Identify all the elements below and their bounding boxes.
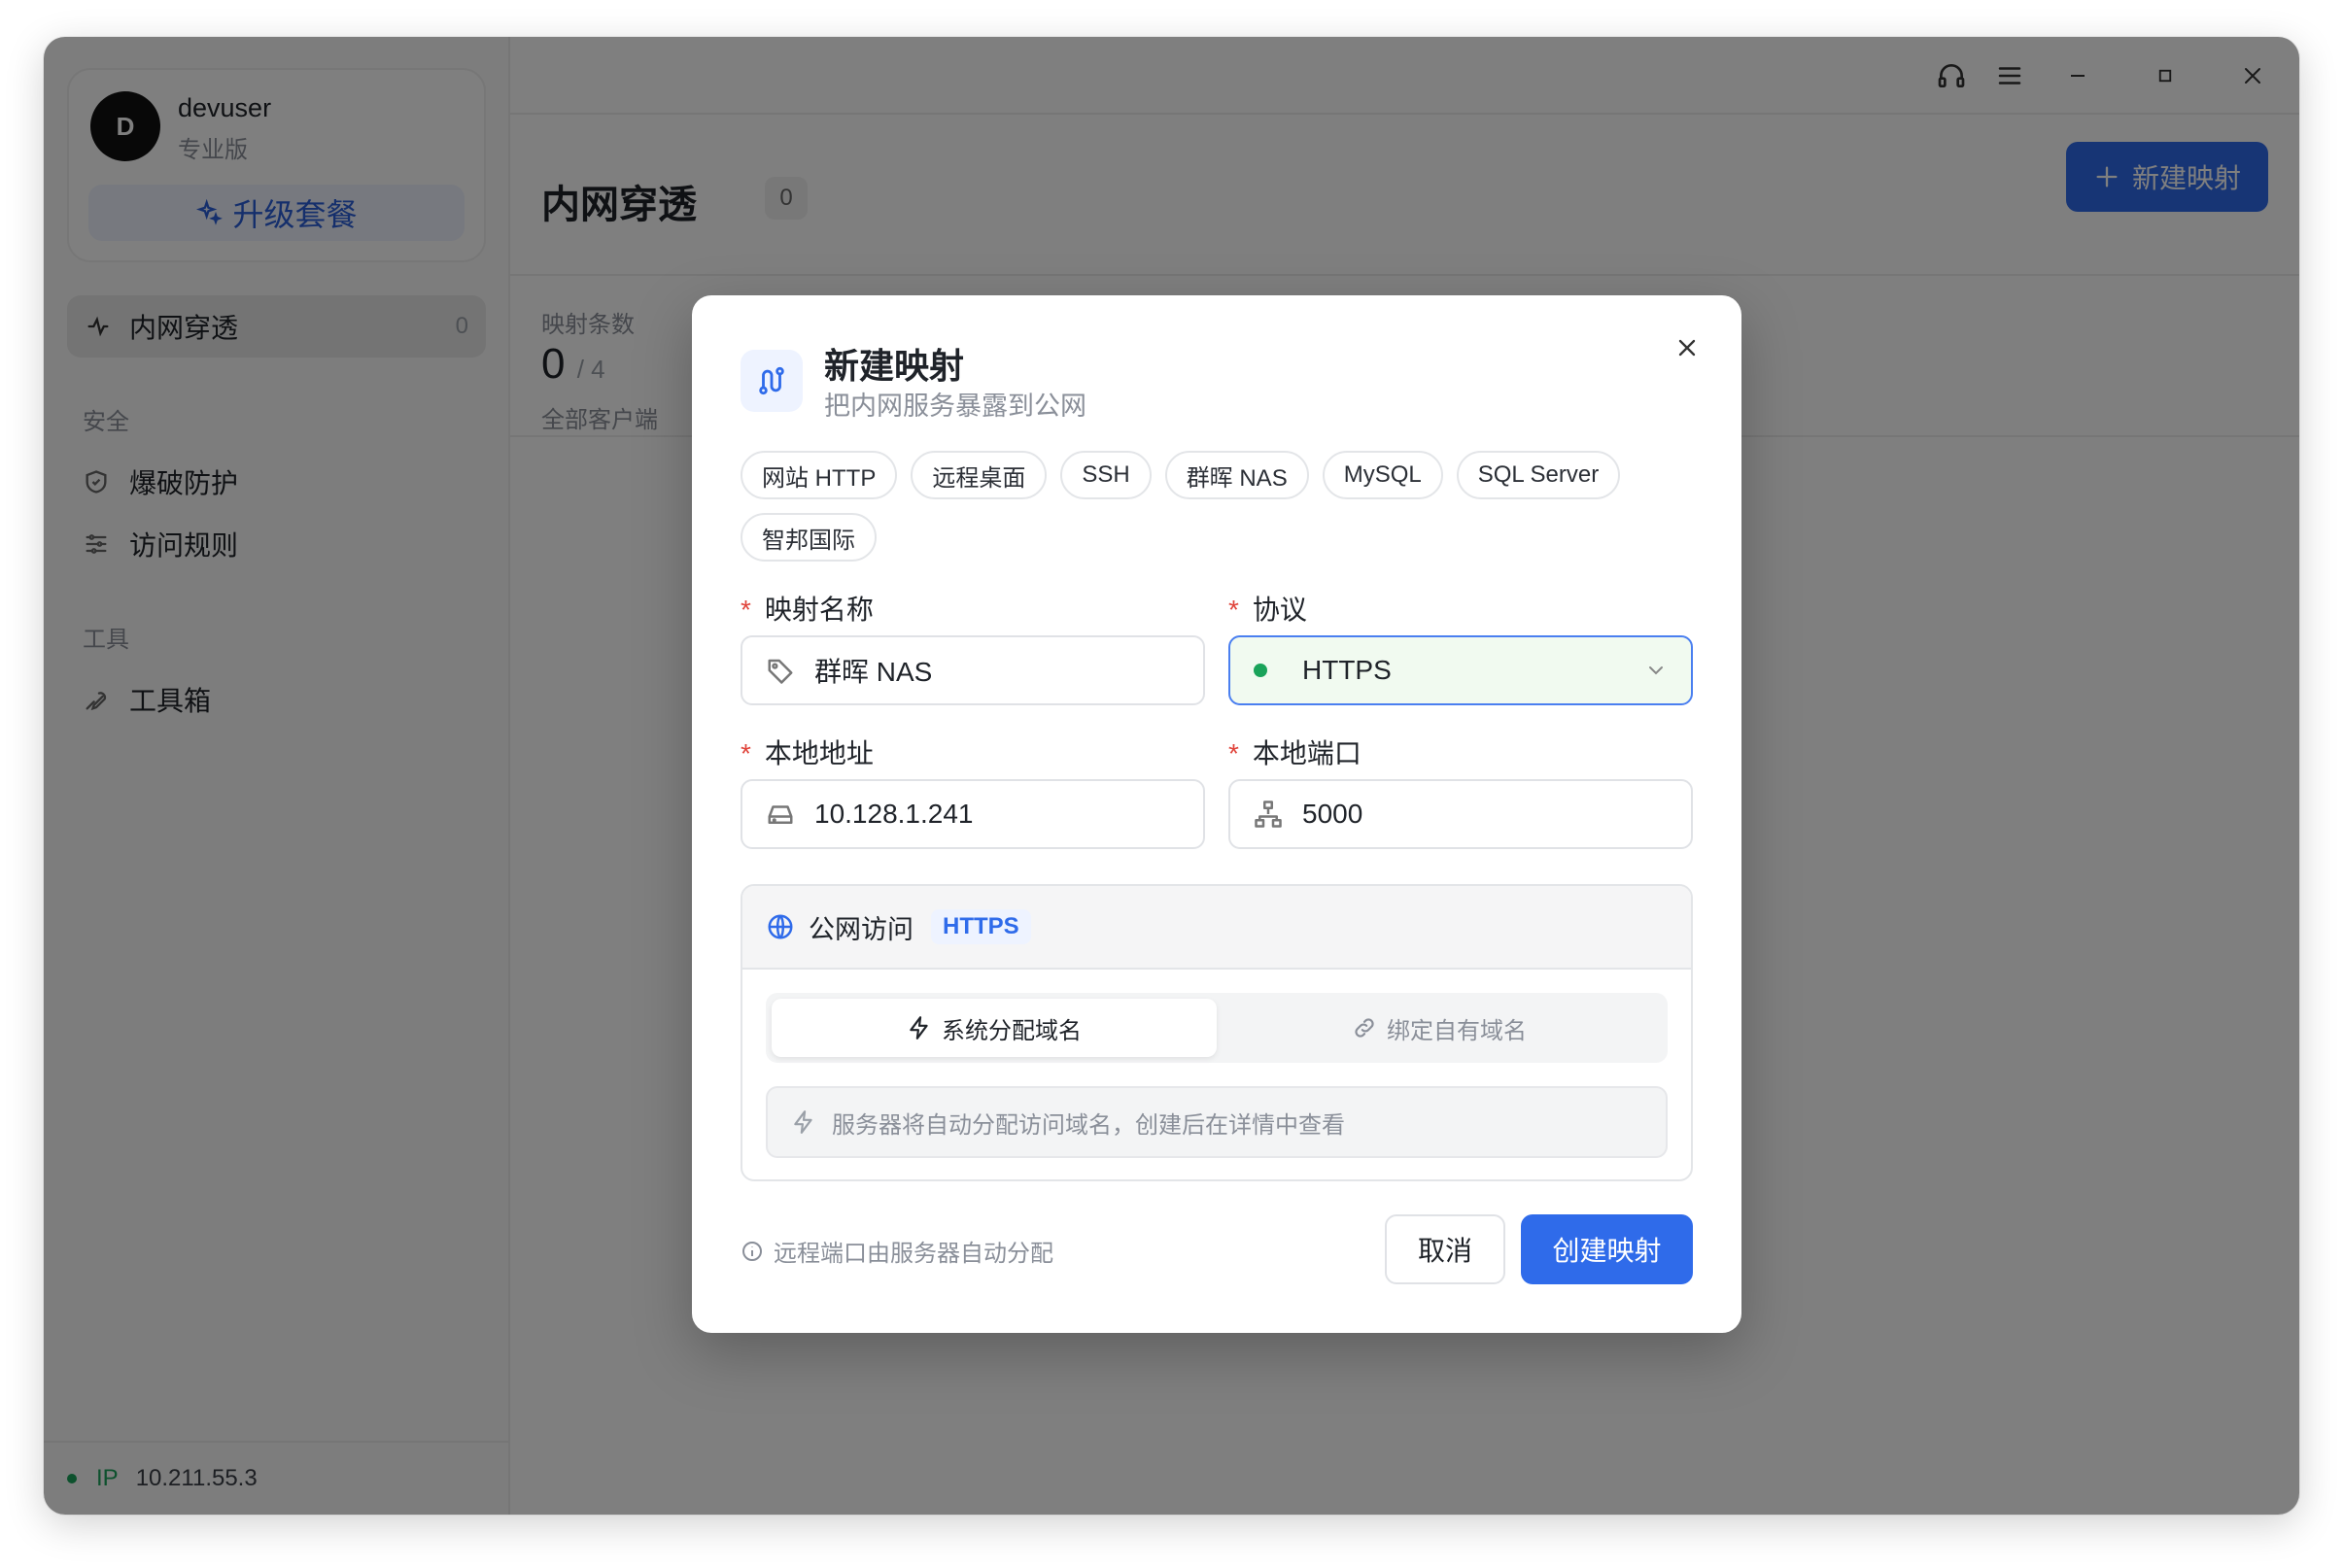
bolt-icon: [794, 1110, 812, 1134]
local-address-value: 10.128.1.241: [814, 799, 974, 829]
tab-system-domain[interactable]: 系统分配域名: [772, 999, 1217, 1057]
tag-icon: [768, 659, 793, 684]
tab-label: 绑定自有域名: [1387, 1017, 1527, 1044]
preset-chip[interactable]: SSH: [1060, 451, 1152, 499]
protocol-label: * 协议: [1228, 595, 1307, 625]
dialog-subtitle: 把内网服务暴露到公网: [824, 392, 1086, 421]
tab-custom-domain[interactable]: 绑定自有域名: [1217, 999, 1662, 1057]
preset-chips: 网站 HTTP 远程桌面 SSH 群晖 NAS MySQL SQL Server…: [741, 451, 1673, 562]
mapping-name-input[interactable]: 群晖 NAS: [741, 635, 1205, 705]
domain-mode-switch: 系统分配域名 绑定自有域名: [766, 993, 1668, 1063]
protocol-tag: HTTPS: [931, 909, 1031, 944]
protocol-status-dot: [1254, 664, 1267, 677]
local-address-input[interactable]: 10.128.1.241: [741, 779, 1205, 849]
network-icon: [1255, 801, 1282, 828]
preset-chip[interactable]: 群晖 NAS: [1164, 451, 1309, 499]
name-label: * 映射名称: [741, 595, 874, 625]
public-access-title: 公网访问: [809, 914, 913, 944]
new-mapping-dialog: 新建映射 把内网服务暴露到公网 网站 HTTP 远程桌面 SSH 群晖 NAS …: [692, 295, 1741, 1333]
tab-label: 系统分配域名: [942, 1017, 1082, 1044]
preset-chip[interactable]: 网站 HTTP: [741, 451, 898, 499]
protocol-value: HTTPS: [1302, 655, 1392, 685]
route-icon: [741, 350, 803, 412]
bolt-icon: [910, 1016, 928, 1040]
public-access-panel: 公网访问 HTTPS 系统分配域名 绑定自有域名 服务器将自动分配访问域名，创建…: [741, 884, 1693, 1181]
preset-chip[interactable]: SQL Server: [1456, 451, 1621, 499]
app-window: D devuser 专业版 升级套餐 内网穿透 0 安全 爆破防护 访问规则 工…: [44, 37, 2299, 1515]
hard-drive-icon: [768, 805, 793, 824]
local-port-input[interactable]: 5000: [1228, 779, 1693, 849]
cancel-button[interactable]: 取消: [1385, 1214, 1505, 1284]
address-label: * 本地地址: [741, 738, 874, 768]
dialog-title: 新建映射: [824, 346, 965, 386]
mapping-name-value: 群晖 NAS: [814, 657, 933, 687]
close-icon[interactable]: [1668, 328, 1706, 367]
create-mapping-button[interactable]: 创建映射: [1521, 1214, 1693, 1284]
auto-domain-note: 服务器将自动分配访问域名，创建后在详情中查看: [766, 1086, 1668, 1158]
chevron-down-icon: [1649, 666, 1663, 675]
note-text: 服务器将自动分配访问域名，创建后在详情中查看: [832, 1111, 1345, 1139]
info-icon: [742, 1241, 762, 1261]
local-port-value: 5000: [1302, 799, 1363, 829]
link-icon: [1355, 1018, 1374, 1038]
preset-chip[interactable]: 智邦国际: [741, 513, 877, 562]
hint-text: 远程端口由服务器自动分配: [774, 1241, 1053, 1267]
port-label: * 本地端口: [1228, 738, 1362, 768]
preset-chip[interactable]: MySQL: [1322, 451, 1443, 499]
preset-chip[interactable]: 远程桌面: [911, 451, 1048, 499]
public-access-header: 公网访问 HTTPS: [742, 886, 1691, 970]
protocol-select[interactable]: HTTPS: [1228, 635, 1693, 705]
globe-icon: [768, 914, 793, 939]
remote-port-hint: 远程端口由服务器自动分配: [741, 1234, 1053, 1268]
